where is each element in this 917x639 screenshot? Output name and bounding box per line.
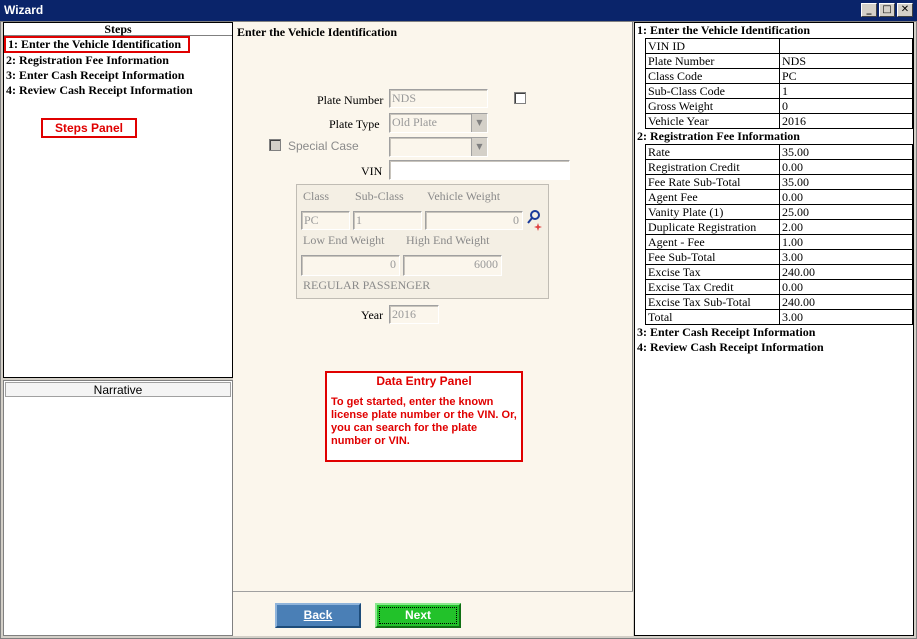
table-row: Agent Fee 0.00 xyxy=(645,189,913,205)
data-entry-panel: Enter the Vehicle Identification Plate N… xyxy=(233,22,633,636)
chevron-down-icon[interactable]: ▼ xyxy=(471,114,487,132)
table-row: Registration Credit 0.00 xyxy=(645,159,913,175)
steps-panel: Steps 1: Enter the Vehicle Identificatio… xyxy=(3,22,233,378)
vehicle-class-group: Class Sub-Class Vehicle Weight PC 1 0 Lo… xyxy=(296,184,549,299)
year-label: Year xyxy=(361,308,384,322)
summary-section-2-table: Rate 35.00 Registration Credit 0.00 Fee Ra… xyxy=(645,144,913,325)
class-description: REGULAR PASSENGER xyxy=(303,278,431,292)
table-row: Excise Tax Sub-Total 240.00 xyxy=(645,294,913,310)
summary-section-2-title: 2: Registration Fee Information xyxy=(637,129,800,143)
high-end-weight-input[interactable]: 6000 xyxy=(403,255,502,276)
table-row: Vanity Plate (1) 25.00 xyxy=(645,204,913,220)
table-row: Duplicate Registration 2.00 xyxy=(645,219,913,235)
special-case-label: Special Case xyxy=(288,139,359,153)
back-button[interactable]: Back xyxy=(275,603,361,628)
next-button[interactable]: Next xyxy=(375,603,461,628)
table-row: Gross Weight 0 xyxy=(645,98,913,114)
table-row: Agent - Fee 1.00 xyxy=(645,234,913,250)
form-title: Enter the Vehicle Identification xyxy=(237,25,398,39)
window-titlebar: Wizard _ □ ✕ xyxy=(0,0,917,21)
special-case-checkbox[interactable] xyxy=(269,139,281,151)
vin-label: VIN xyxy=(361,164,383,178)
plate-type-label: Plate Type xyxy=(329,117,380,131)
subclass-label: Sub-Class xyxy=(355,189,404,203)
subclass-input[interactable]: 1 xyxy=(353,211,422,230)
steps-panel-annotation: Steps Panel xyxy=(41,118,137,138)
plate-type-select[interactable]: Old Plate ▼ xyxy=(389,113,488,133)
button-bar: Back Next xyxy=(233,591,633,636)
special-case-select[interactable]: ▼ xyxy=(389,137,488,157)
data-entry-annotation-title: Data Entry Panel xyxy=(376,374,472,388)
table-row: Vehicle Year 2016 xyxy=(645,113,913,129)
vehicle-weight-label: Vehicle Weight xyxy=(427,189,501,203)
step-3[interactable]: 3: Enter Cash Receipt Information xyxy=(4,68,232,83)
low-end-weight-label: Low End Weight xyxy=(303,233,385,247)
table-row: Class Code PC xyxy=(645,68,913,84)
window-controls: _ □ ✕ xyxy=(859,3,913,17)
year-input[interactable]: 2016 xyxy=(389,305,439,324)
minimize-icon[interactable]: _ xyxy=(861,3,877,17)
narrative-panel: Narrative xyxy=(3,380,233,636)
plate-number-label: Plate Number xyxy=(317,93,384,107)
narrative-header: Narrative xyxy=(5,382,231,397)
step-2[interactable]: 2: Registration Fee Information xyxy=(4,53,232,68)
class-input[interactable]: PC xyxy=(301,211,350,230)
low-end-weight-input[interactable]: 0 xyxy=(301,255,400,276)
table-row: Fee Sub-Total 3.00 xyxy=(645,249,913,265)
high-end-weight-label: High End Weight xyxy=(406,233,490,247)
steps-header: Steps xyxy=(4,23,232,36)
summary-section-3-title: 3: Enter Cash Receipt Information xyxy=(637,325,816,339)
vin-input[interactable] xyxy=(389,160,570,180)
table-row: Plate Number NDS xyxy=(645,53,913,69)
vehicle-weight-input[interactable]: 0 xyxy=(425,211,523,230)
summary-section-1-table: VIN ID Plate Number NDS Class Code PC Sub-… xyxy=(645,38,913,129)
step-4[interactable]: 4: Review Cash Receipt Information xyxy=(4,83,232,98)
summary-section-1-title: 1: Enter the Vehicle Identification xyxy=(637,23,811,37)
table-row: VIN ID xyxy=(645,38,913,54)
summary-section-4-title: 4: Review Cash Receipt Information xyxy=(637,340,824,354)
table-row: Total 3.00 xyxy=(645,309,913,325)
search-icon[interactable] xyxy=(526,209,544,231)
table-row: Excise Tax Credit 0.00 xyxy=(645,279,913,295)
table-row: Fee Rate Sub-Total 35.00 xyxy=(645,174,913,190)
data-entry-annotation: Data Entry Panel To get started, enter t… xyxy=(325,371,523,462)
table-row: Sub-Class Code 1 xyxy=(645,83,913,99)
plate-number-input[interactable]: NDS xyxy=(389,89,488,108)
chevron-down-icon[interactable]: ▼ xyxy=(471,138,487,156)
summary-panel: 1: Enter the Vehicle Identification VIN … xyxy=(634,22,914,636)
close-icon[interactable]: ✕ xyxy=(897,3,913,17)
data-entry-annotation-text: To get started, enter the known license … xyxy=(331,396,517,447)
plate-checkbox[interactable] xyxy=(514,92,526,104)
class-label: Class xyxy=(303,189,330,203)
plate-type-value: Old Plate xyxy=(392,115,437,129)
step-1[interactable]: 1: Enter the Vehicle Identification xyxy=(4,36,190,53)
maximize-icon[interactable]: □ xyxy=(879,3,895,17)
table-row: Excise Tax 240.00 xyxy=(645,264,913,280)
window-title: Wizard xyxy=(4,3,44,17)
table-row: Rate 35.00 xyxy=(645,144,913,160)
